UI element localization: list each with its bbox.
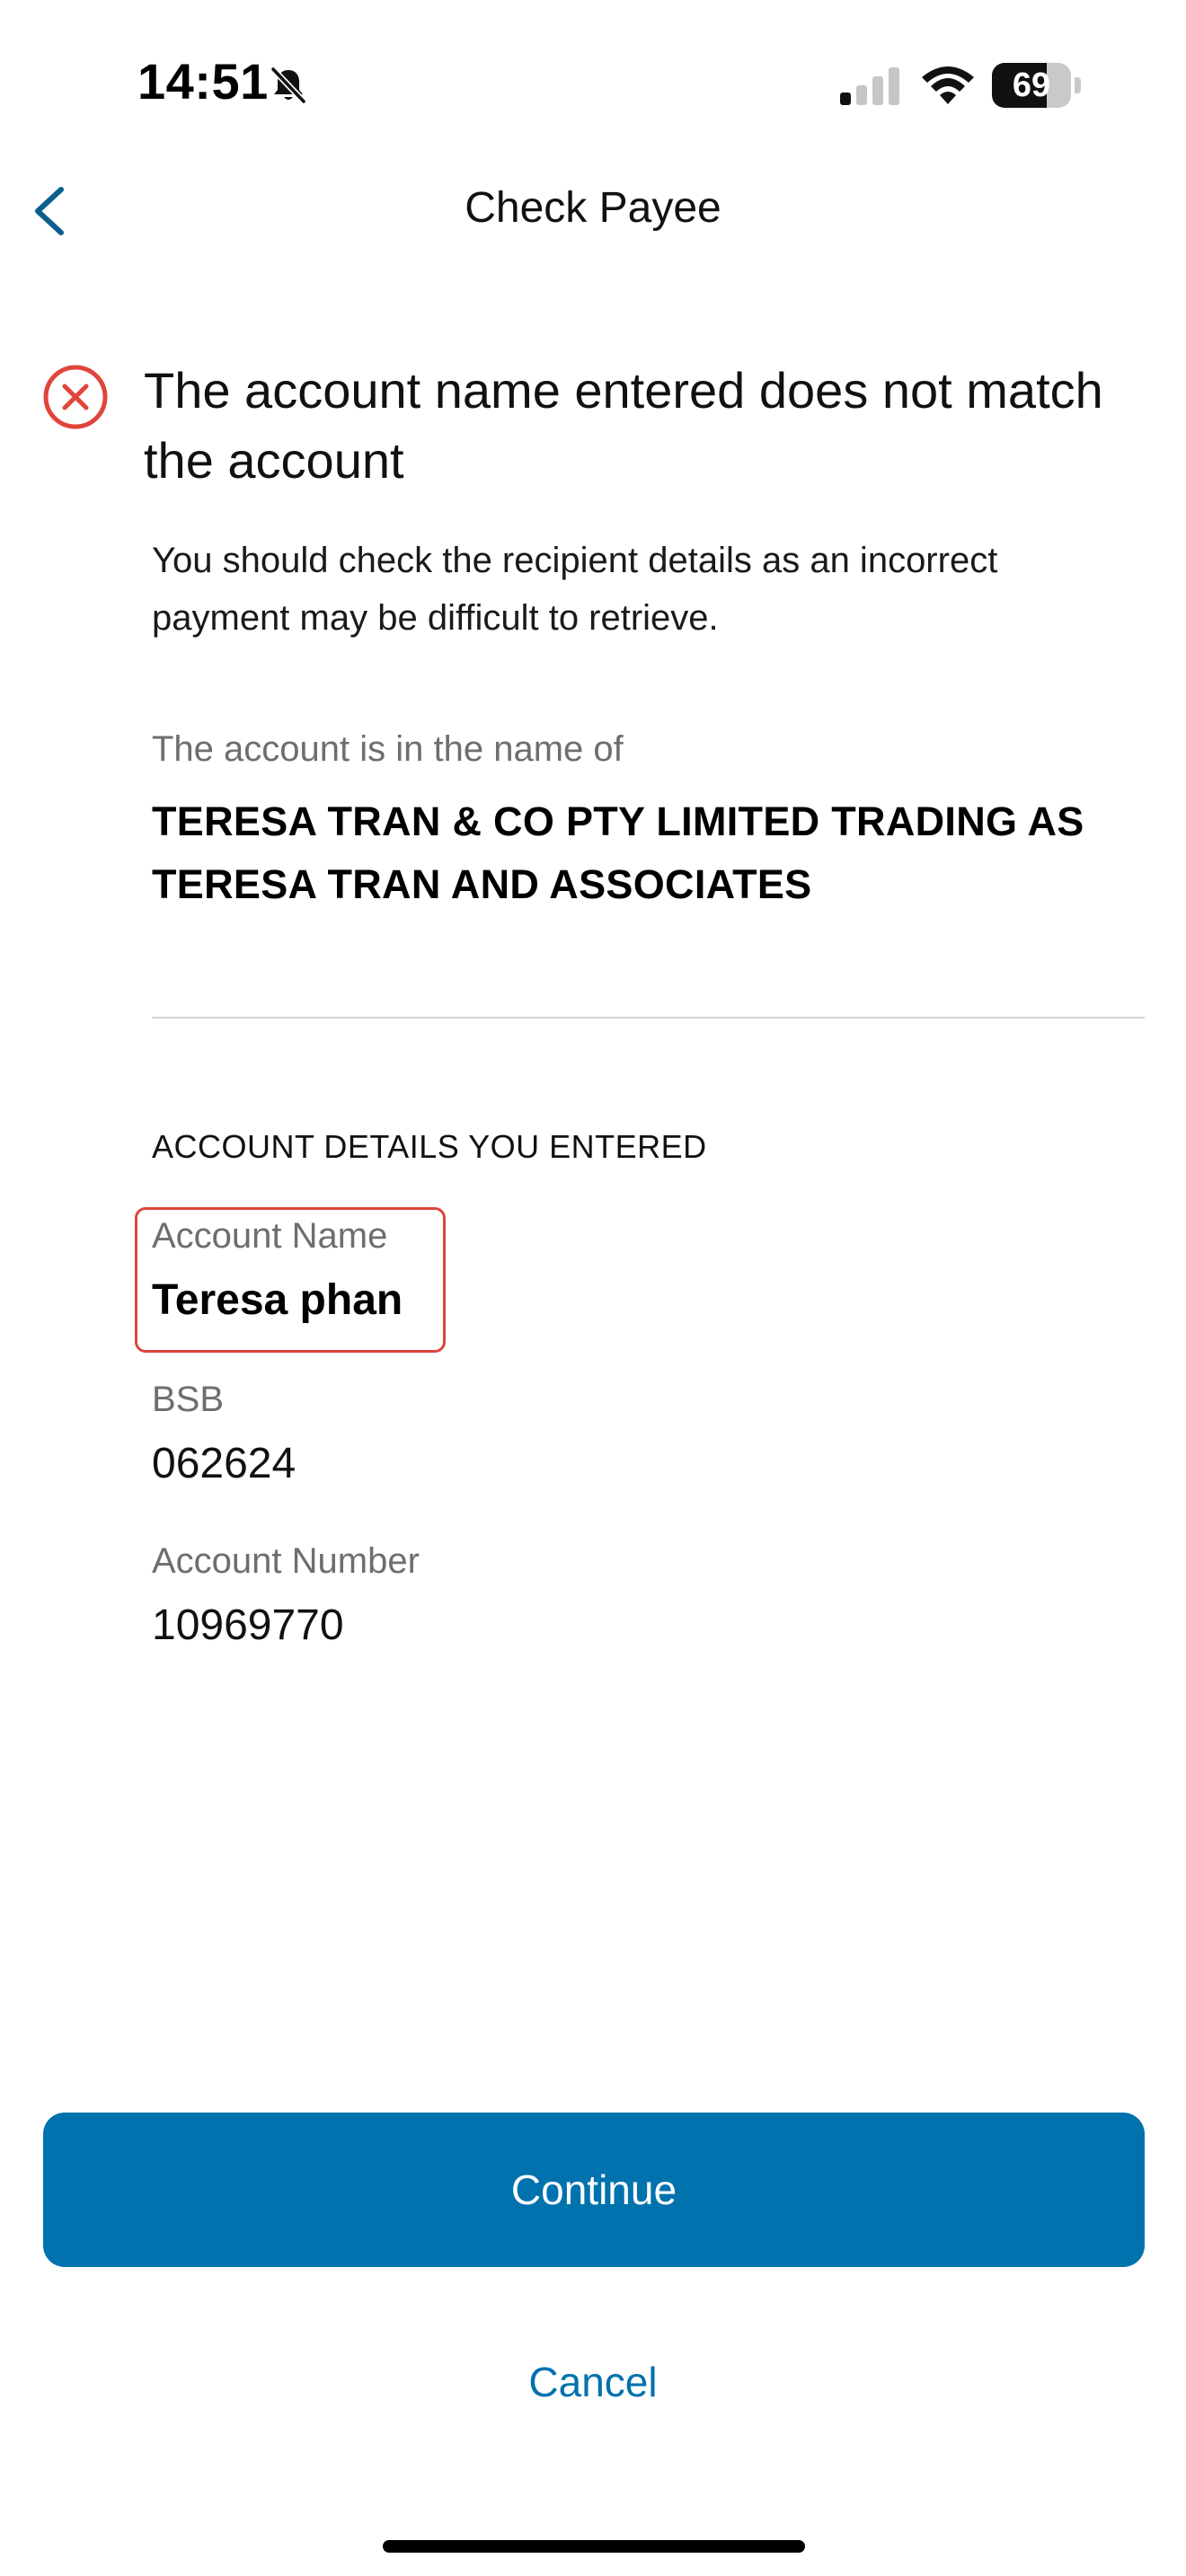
- wifi-icon: [922, 66, 974, 104]
- entered-details-heading: ACCOUNT DETAILS YOU ENTERED: [152, 1128, 707, 1165]
- cancel-button[interactable]: Cancel: [413, 2346, 773, 2418]
- battery-body: 69: [992, 63, 1071, 108]
- battery-icon: 69: [992, 63, 1082, 108]
- account-holder-name: TERESA TRAN & CO PTY LIMITED TRADING AS …: [152, 798, 1084, 907]
- account-number-value: 10969770: [152, 1601, 344, 1649]
- status-time: 14:51: [137, 53, 269, 110]
- battery-level: 69: [1012, 66, 1051, 104]
- continue-button[interactable]: Continue: [43, 2113, 1145, 2267]
- divider: [152, 1017, 1145, 1019]
- alert-description: You should check the recipient details a…: [152, 541, 998, 638]
- account-name-value: Teresa phan: [152, 1276, 403, 1324]
- battery-cap: [1075, 77, 1081, 93]
- account-number-label: Account Number: [152, 1541, 420, 1581]
- alert-title: The account name entered does not match …: [144, 362, 1103, 489]
- error-circle-x-icon: [43, 365, 108, 429]
- status-bar: 14:51 69: [0, 0, 1186, 171]
- account-name-label: Account Name: [152, 1216, 388, 1256]
- account-holder-label: The account is in the name of: [152, 729, 624, 769]
- bsb-label: BSB: [152, 1380, 225, 1419]
- home-indicator[interactable]: [383, 2540, 805, 2553]
- page-title: Check Payee: [465, 184, 721, 232]
- bell-slash-icon: [270, 66, 306, 104]
- bsb-value: 062624: [152, 1440, 296, 1487]
- signal-icon: [840, 67, 899, 105]
